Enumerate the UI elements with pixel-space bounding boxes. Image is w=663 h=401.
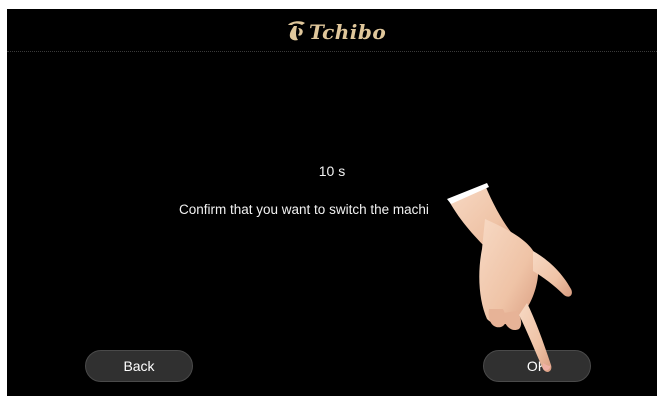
brand-logo: Tchibo bbox=[285, 17, 386, 47]
pointing-hand-icon bbox=[447, 183, 572, 372]
ok-button[interactable]: OK bbox=[483, 350, 591, 382]
machine-display: Tchibo 10 s Confirm that you want to swi… bbox=[7, 9, 657, 396]
tchibo-cup-mark-icon bbox=[288, 21, 305, 41]
ok-button-label: OK bbox=[526, 358, 548, 374]
header-divider bbox=[7, 51, 657, 52]
back-button[interactable]: Back bbox=[85, 350, 193, 382]
header-bar: Tchibo bbox=[7, 9, 657, 51]
brand-name: Tchibo bbox=[309, 20, 387, 44]
back-button-label: Back bbox=[123, 358, 155, 374]
confirmation-message: Confirm that you want to switch the mach… bbox=[179, 202, 429, 217]
countdown-timer: 10 s bbox=[318, 163, 346, 179]
